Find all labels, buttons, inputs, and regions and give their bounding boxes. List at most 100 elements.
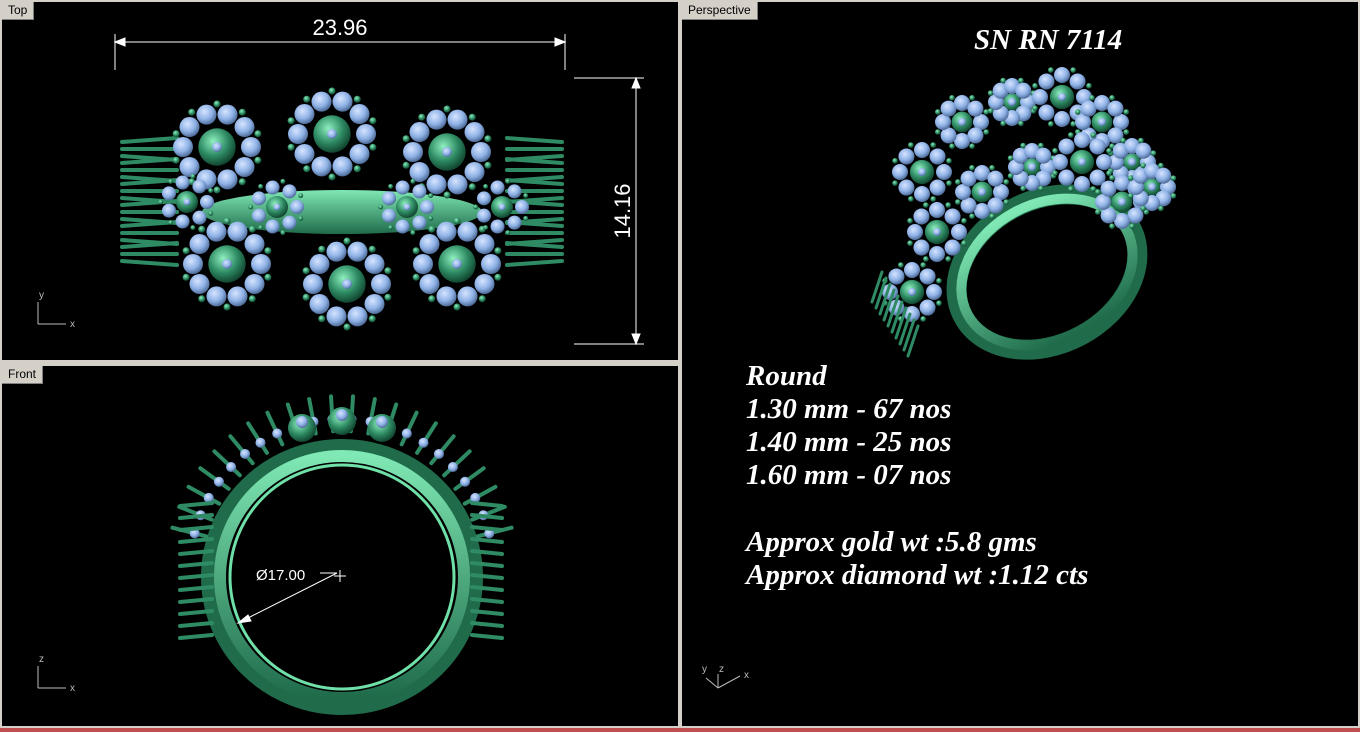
metal-bead: [198, 225, 206, 233]
diamond-stone: [918, 168, 926, 176]
metal-bead: [930, 142, 936, 148]
diamond-stone: [1054, 111, 1070, 127]
metal-bead: [908, 142, 914, 148]
metal-bead: [907, 240, 913, 246]
metal-bead: [473, 204, 479, 210]
front-viewport[interactable]: Ø17.00 z x Front: [2, 366, 678, 726]
metal-bead: [254, 156, 262, 164]
diamond-stone: [1096, 154, 1112, 170]
metal-bead: [523, 215, 529, 221]
diamond-stone: [183, 254, 203, 274]
metal-bead: [1003, 199, 1010, 205]
stone-spec-block: Round 1.30 mm - 67 nos 1.40 mm - 25 nos …: [746, 360, 951, 492]
axis-x-label: x: [744, 670, 749, 681]
metal-bead: [303, 95, 311, 103]
metal-bead: [945, 256, 951, 262]
metal-bead: [384, 267, 392, 275]
metal-bead: [954, 179, 961, 185]
diamond-stone: [447, 109, 468, 130]
diameter-label: Ø17.00: [256, 567, 305, 584]
metal-bead: [1003, 179, 1010, 185]
top-view-canvas[interactable]: 23.96 14.16 y x: [2, 2, 678, 360]
metal-bead: [484, 161, 492, 169]
diamond-stone: [349, 104, 370, 125]
diamond-stone: [418, 437, 429, 448]
diamond-stone: [1035, 147, 1052, 164]
diamond-stone: [282, 215, 297, 230]
metal-bead: [949, 143, 955, 150]
axis-y-label: y: [702, 664, 707, 675]
metal-bead: [983, 129, 990, 135]
metal-bead: [302, 267, 310, 275]
metal-bead: [410, 230, 416, 236]
metal-bead: [264, 247, 272, 255]
diamond-stone: [958, 118, 966, 126]
metal-bead: [402, 135, 410, 143]
diamond-stone: [1032, 89, 1048, 105]
metal-bead: [934, 109, 941, 115]
top-viewport[interactable]: 23.96 14.16 y x Top: [2, 2, 678, 360]
diamond-stone: [471, 142, 491, 162]
diamond-stone: [919, 268, 936, 285]
metal-bead: [1094, 209, 1101, 215]
metal-bead: [1086, 83, 1092, 89]
diamond-stone: [888, 268, 905, 285]
metal-bead: [223, 217, 231, 225]
metal-prong: [246, 421, 269, 455]
metal-bead: [908, 196, 914, 202]
diamond-stone: [464, 161, 485, 182]
metal-bead: [920, 316, 926, 322]
metal-bead: [1170, 175, 1177, 181]
metal-bead: [328, 173, 336, 181]
diamond-stone: [1078, 158, 1086, 166]
diamond-stone: [376, 416, 388, 428]
diamond-stone: [412, 215, 427, 230]
metal-bead: [1158, 162, 1164, 169]
metal-bead: [213, 186, 221, 194]
diamond-stone: [179, 117, 200, 138]
diamond-stone: [255, 437, 266, 448]
tab-top[interactable]: Top: [2, 2, 35, 20]
tab-perspective[interactable]: Perspective: [682, 2, 758, 20]
tab-front[interactable]: Front: [2, 366, 44, 384]
metal-prong: [228, 434, 255, 466]
diamond-stone: [226, 462, 237, 473]
front-view-canvas[interactable]: Ø17.00 z x: [2, 366, 678, 726]
metal-bead: [198, 295, 206, 303]
metal-bead: [494, 273, 502, 281]
metal-bead: [523, 193, 529, 199]
diamond-stone: [457, 221, 478, 242]
metal-bead: [1018, 77, 1024, 84]
diamond-stone: [395, 219, 410, 234]
metal-bead: [384, 293, 392, 301]
diamond-stone: [490, 180, 505, 195]
diamond-stone: [1074, 132, 1090, 148]
metal-bead: [1052, 170, 1058, 176]
diamond-stone: [929, 148, 946, 165]
metal-bead: [1052, 148, 1058, 154]
metal-prong: [265, 410, 285, 447]
metal-bead: [1129, 223, 1135, 230]
diamond-stone: [898, 148, 915, 165]
diamond-stone: [936, 164, 952, 180]
metal-prong: [399, 410, 419, 447]
metal-prong: [186, 484, 222, 506]
diamond-stone: [1015, 82, 1032, 99]
width-dimension-label: 23.96: [312, 15, 367, 40]
metal-bead: [453, 303, 461, 311]
perspective-viewport[interactable]: y z x Perspective SN RN 7114 Round 1.30 …: [682, 2, 1358, 726]
diamond-stone: [987, 170, 1004, 187]
metal-bead: [1048, 67, 1054, 73]
metal-bead: [172, 156, 180, 164]
diamond-stone: [447, 462, 458, 473]
metal-bead: [213, 100, 221, 108]
metal-prong: [120, 241, 179, 249]
metal-bead: [287, 143, 295, 151]
diamond-stone: [433, 448, 444, 459]
diamond-stone: [327, 129, 337, 139]
metal-bead: [936, 278, 942, 284]
diamond-stone: [282, 184, 297, 199]
diamond-stone: [907, 224, 923, 240]
diamond-stone: [403, 142, 423, 162]
metal-bead: [468, 113, 476, 121]
